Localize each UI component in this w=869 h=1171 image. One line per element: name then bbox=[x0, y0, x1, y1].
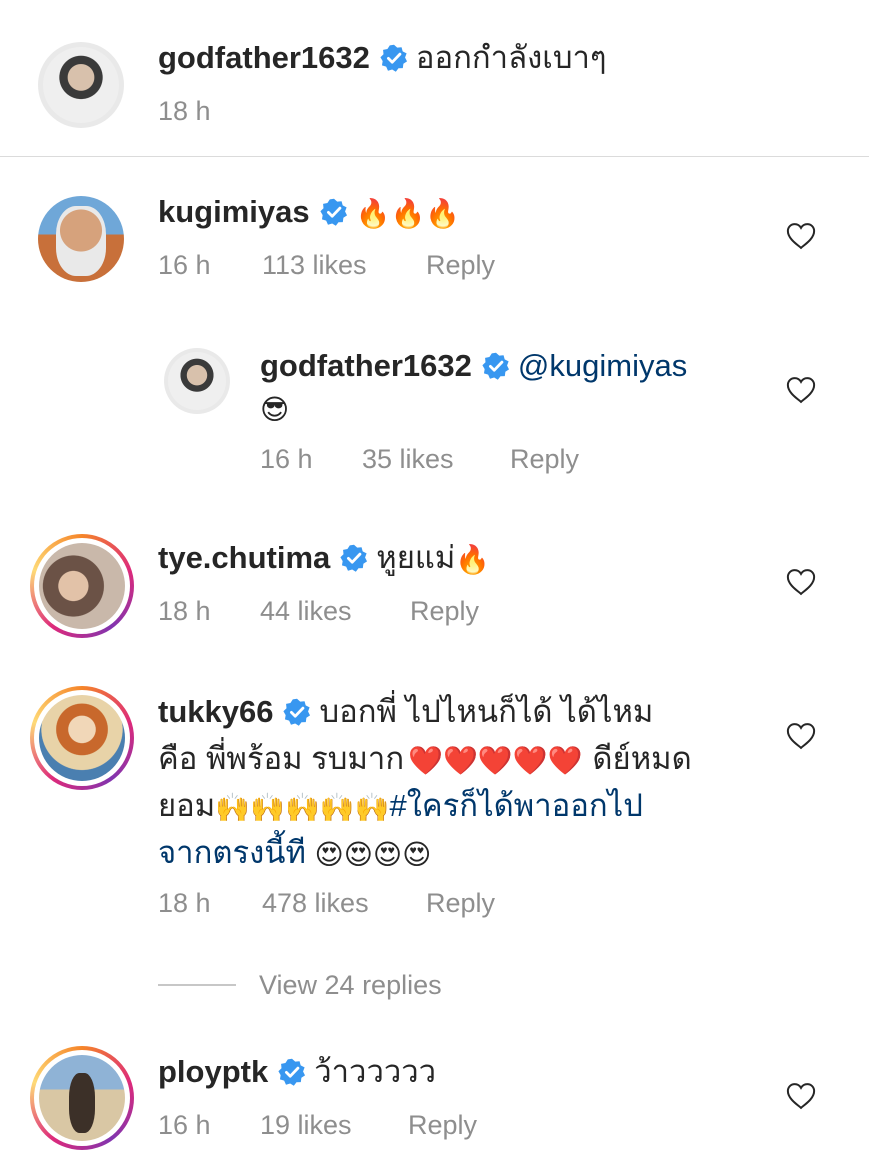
comment-likes[interactable]: 478 likes bbox=[262, 886, 426, 920]
comment-line-4: จากตรงนี้ที 😍😍😍😍 bbox=[158, 833, 431, 873]
comment-text: ดีย์หมด bbox=[592, 741, 692, 776]
comment-line-3: ยอม🙌🙌🙌🙌🙌#ใครก็ได้พาออกไป bbox=[158, 786, 643, 826]
comment-avatar bbox=[39, 543, 125, 629]
raised-hands-emoji: 🙌🙌🙌🙌🙌 bbox=[215, 791, 390, 823]
heart-outline-icon[interactable] bbox=[786, 222, 816, 250]
comment-likes[interactable]: 113 likes bbox=[262, 248, 426, 282]
heart-eyes-emoji: 😍😍😍😍 bbox=[314, 838, 432, 870]
verified-badge-icon bbox=[380, 44, 408, 72]
comment-username[interactable]: tukky66 bbox=[158, 694, 273, 729]
comment-avatar[interactable] bbox=[38, 196, 124, 282]
comment-line: kugimiyas 🔥🔥🔥 bbox=[158, 192, 460, 232]
comment-text: ยอม bbox=[158, 788, 216, 823]
reply-button[interactable]: Reply bbox=[410, 594, 479, 628]
sunglasses-emoji: 😎 bbox=[260, 393, 290, 425]
comment-meta: 16 h 113 likes Reply bbox=[158, 248, 495, 282]
verified-badge-icon bbox=[482, 352, 510, 380]
story-ring[interactable] bbox=[30, 686, 134, 790]
comment-username[interactable]: tye.chutima bbox=[158, 540, 330, 575]
hearts-emoji: ❤️❤️❤️❤️❤️ bbox=[408, 744, 583, 776]
caption-username[interactable]: godfather1632 bbox=[158, 40, 370, 75]
caption-line: godfather1632 ออกกำลังเบาๆ bbox=[158, 38, 607, 78]
comment-text: ว้าววววว bbox=[314, 1054, 437, 1089]
comment-meta: 18 h 44 likes Reply bbox=[158, 594, 479, 628]
comment-time: 16 h bbox=[158, 250, 211, 280]
caption-avatar[interactable] bbox=[38, 42, 124, 128]
heart-outline-icon[interactable] bbox=[786, 1082, 816, 1110]
verified-badge-icon bbox=[278, 1058, 306, 1086]
comment-line: tye.chutima หูยแม่🔥 bbox=[158, 538, 490, 578]
fire-emoji: 🔥🔥🔥 bbox=[355, 197, 461, 229]
heart-outline-icon[interactable] bbox=[786, 722, 816, 750]
comment-time: 18 h bbox=[158, 596, 211, 626]
verified-badge-icon bbox=[320, 198, 348, 226]
comment-line-2: คือ พี่พร้อม รบมาก ❤️❤️❤️❤️❤️ ดีย์หมด bbox=[158, 739, 692, 779]
story-ring[interactable] bbox=[30, 534, 134, 638]
comment-meta: 18 h 478 likes Reply bbox=[158, 886, 495, 920]
reply-button[interactable]: Reply bbox=[426, 886, 495, 920]
reply-button[interactable]: Reply bbox=[510, 442, 579, 476]
comment-time: 18 h bbox=[158, 888, 211, 918]
comment-avatar bbox=[39, 695, 125, 781]
comment-line: tukky66 บอกพี่ ไปไหนก็ได้ ได้ไหม bbox=[158, 692, 653, 732]
reply-button[interactable]: Reply bbox=[426, 248, 495, 282]
comment-username[interactable]: ployptk bbox=[158, 1054, 268, 1089]
reply-meta: 16 h 35 likes Reply bbox=[260, 442, 579, 476]
comment-text: หูยแม่ bbox=[376, 540, 456, 575]
comment-username[interactable]: kugimiyas bbox=[158, 194, 310, 229]
view-replies-button[interactable]: View 24 replies bbox=[259, 968, 442, 1002]
fire-emoji: 🔥 bbox=[455, 543, 491, 575]
reply-username[interactable]: godfather1632 bbox=[260, 348, 472, 383]
comment-text: บอกพี่ ไปไหนก็ได้ ได้ไหม bbox=[319, 694, 654, 729]
mention-link[interactable]: @kugimiyas bbox=[518, 348, 687, 383]
comment-likes[interactable]: 44 likes bbox=[260, 594, 410, 628]
caption-time: 18 h bbox=[158, 96, 211, 126]
view-replies-line bbox=[158, 984, 236, 986]
reply-likes[interactable]: 35 likes bbox=[362, 442, 510, 476]
story-ring[interactable] bbox=[30, 1046, 134, 1150]
divider bbox=[0, 156, 869, 157]
reply-emoji-line: 😎 bbox=[260, 388, 289, 428]
comment-text: คือ พี่พร้อม รบมาก bbox=[158, 741, 405, 776]
reply-button[interactable]: Reply bbox=[408, 1108, 477, 1142]
verified-badge-icon bbox=[283, 698, 311, 726]
reply-line: godfather1632 @kugimiyas bbox=[260, 346, 687, 386]
heart-outline-icon[interactable] bbox=[786, 568, 816, 596]
reply-avatar[interactable] bbox=[164, 348, 230, 414]
comment-time: 16 h bbox=[158, 1110, 211, 1140]
caption-meta: 18 h bbox=[158, 94, 211, 128]
verified-badge-icon bbox=[340, 544, 368, 572]
hashtag-link[interactable]: จากตรงนี้ที bbox=[158, 835, 306, 870]
hashtag-link[interactable]: #ใครก็ได้พาออกไป bbox=[390, 788, 643, 823]
caption-text: ออกกำลังเบาๆ bbox=[415, 40, 607, 75]
comment-likes[interactable]: 19 likes bbox=[260, 1108, 408, 1142]
heart-outline-icon[interactable] bbox=[786, 376, 816, 404]
reply-time: 16 h bbox=[260, 444, 313, 474]
comment-line: ployptk ว้าววววว bbox=[158, 1052, 436, 1092]
comment-avatar bbox=[39, 1055, 125, 1141]
comment-meta: 16 h 19 likes Reply bbox=[158, 1108, 477, 1142]
